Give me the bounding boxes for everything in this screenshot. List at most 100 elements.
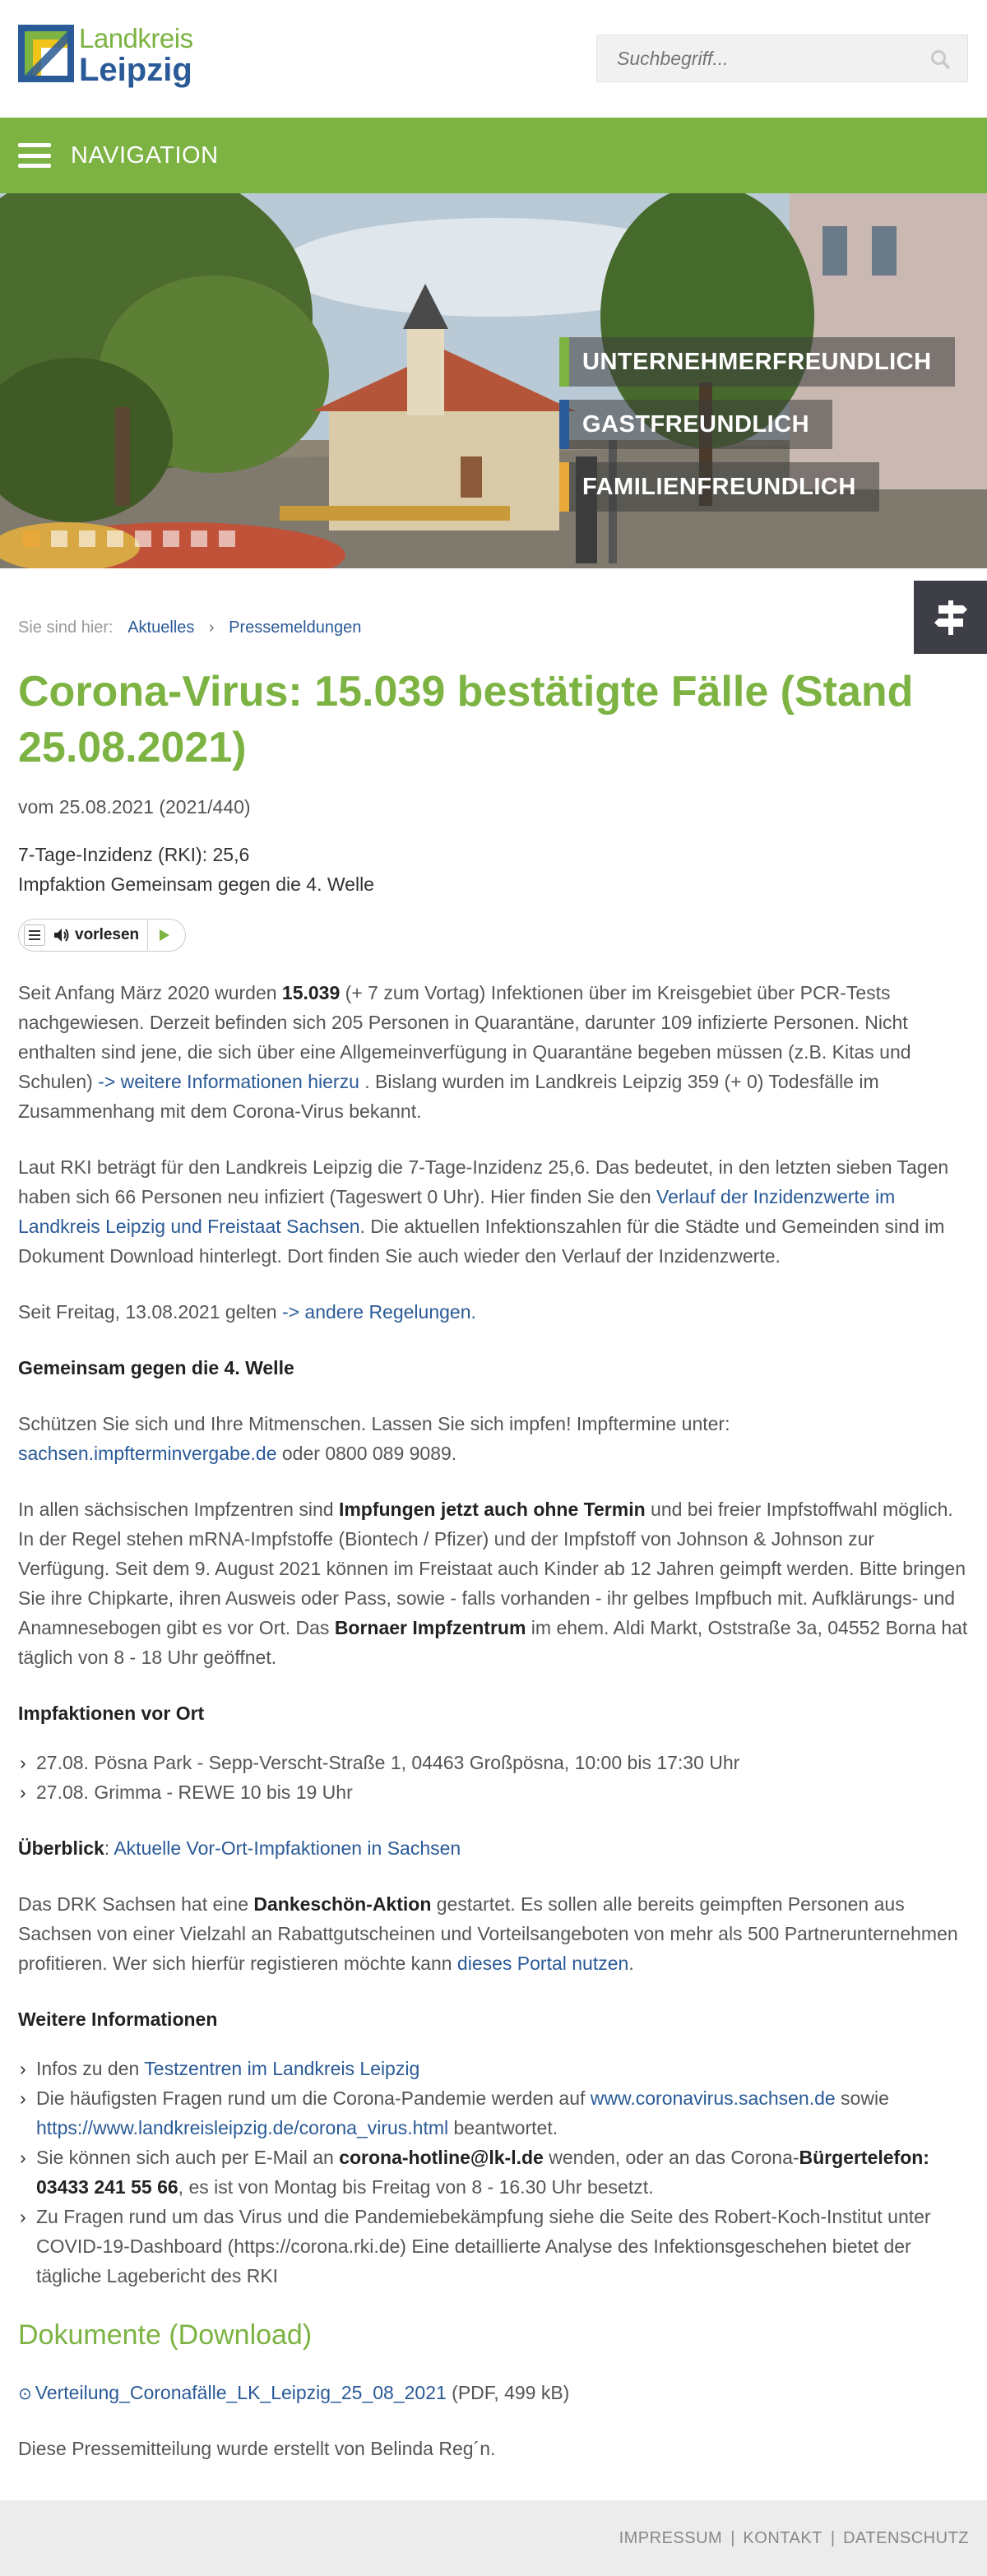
list-item: Die häufigsten Fragen rund um die Corona… [18,2083,969,2143]
logo-line2: Leipzig [79,52,192,88]
slider-dots [23,530,235,547]
slider-dot[interactable] [107,530,123,547]
bold-text: Impfungen jetzt auch ohne Termin [338,1499,646,1520]
slider-dot[interactable] [219,530,235,547]
slider-dot[interactable] [51,530,67,547]
portal-link[interactable]: dieses Portal nutzen [457,1953,628,1974]
hotline-email: corona-hotline@lk-l.de [339,2147,544,2168]
search-icon[interactable] [929,49,951,70]
breadcrumb-link-aktuelles[interactable]: Aktuelles [127,619,194,637]
play-icon[interactable] [147,920,180,950]
heading-local-vaccinations: Impfaktionen vor Ort [18,1703,205,1724]
paragraph-vaccination: Schützen Sie sich und Ihre Mitmenschen. … [18,1409,969,1468]
text: Sie können sich auch per E-Mail an [36,2147,340,2168]
press-author: Diese Pressemitteilung wurde erstellt vo… [18,2438,496,2459]
slogan-item: GASTFREUNDLICH [559,400,955,449]
text: sowie [835,2087,889,2109]
breadcrumb: Sie sind hier: Aktuelles › Pressemeldung… [18,613,969,642]
paragraph-vaccination-centers: In allen sächsischen Impfzentren sind Im… [18,1494,969,1672]
subhead-line1: 7-Tage-Inzidenz (RKI): 25,6 [18,844,250,865]
text: Seit Anfang März 2020 wurden [18,982,282,1003]
paragraph-incidence: Laut RKI beträgt für den Landkreis Leipz… [18,1152,969,1271]
overview-link[interactable]: Aktuelle Vor-Ort-Impfaktionen in Sachsen [114,1837,461,1859]
footer-separator: | [830,2529,836,2547]
hero-slogans: UNTERNEHMERFREUNDLICH GASTFREUNDLICH FAM… [559,337,955,525]
article-subhead: 7-Tage-Inzidenz (RKI): 25,6 Impfaktion G… [18,840,969,899]
vaccination-booking-link[interactable]: sachsen.impfterminvergabe.de [18,1443,277,1464]
readaloud-label: vorlesen [75,926,140,943]
further-info-list: Infos zu den Testzentren im Landkreis Le… [18,2054,969,2291]
signpost-icon [934,600,967,635]
breadcrumb-separator: › [208,619,215,637]
slider-dot[interactable] [79,530,95,547]
slider-dot[interactable] [191,530,207,547]
list-item: 27.08. Grimma - REWE 10 bis 19 Uhr [18,1777,969,1807]
rules-link[interactable]: -> andere Regelungen. [282,1301,476,1323]
paragraph-overview: Überblick: Aktuelle Vor-Ort-Impfaktionen… [18,1833,969,1863]
slogan-bar [559,337,569,387]
download-icon[interactable]: ⊙ [18,2385,32,2403]
nav-bar[interactable]: NAVIGATION [0,118,987,193]
hero-slider: UNTERNEHMERFREUNDLICH GASTFREUNDLICH FAM… [0,193,987,568]
slogan-bar [559,462,569,512]
readaloud-button[interactable]: vorlesen [53,920,139,950]
page-title: Corona-Virus: 15.039 bestätigte Fälle (S… [18,668,914,771]
footer-link-datenschutz[interactable]: DATENSCHUTZ [843,2523,969,2553]
text: Seit Freitag, 13.08.2021 gelten [18,1301,282,1323]
text: Die häufigsten Fragen rund um die Corona… [36,2087,591,2109]
list-item: 27.08. Pösna Park - Sepp-Verscht-Straße … [18,1748,969,1777]
slider-dot-active[interactable] [23,530,39,547]
paragraph-cases: Seit Anfang März 2020 wurden 15.039 (+ 7… [18,978,969,1126]
text: Infos zu den [36,2058,145,2079]
text: . [628,1953,634,1974]
document-info: (PDF, 499 kB) [446,2382,570,2403]
slogan-item: UNTERNEHMERFREUNDLICH [559,337,955,387]
bold-text: Bornaer Impfzentrum [334,1617,526,1638]
footer-link-impressum[interactable]: IMPRESSUM [619,2523,723,2553]
site-header: Landkreis Leipzig [0,0,987,118]
nav-label[interactable]: NAVIGATION [71,141,219,170]
slogan-text: GASTFREUNDLICH [569,400,833,449]
document-link[interactable]: Verteilung_Coronafälle_LK_Leipzig_25_08_… [35,2382,447,2403]
hamburger-icon[interactable] [18,143,51,168]
footer-separator: | [730,2529,735,2547]
footer-link-kontakt[interactable]: KONTAKT [743,2523,822,2553]
documents-heading: Dokumente (Download) [18,2319,313,2351]
list-item: Infos zu den Testzentren im Landkreis Le… [18,2054,969,2083]
article-date: vom 25.08.2021 (2021/440) [18,796,251,818]
breadcrumb-prefix: Sie sind hier: [18,619,114,637]
text: , es ist von Montag bis Freitag von 8 - … [178,2176,654,2198]
search-input[interactable] [597,35,967,81]
text: In allen sächsischen Impfzentren sind [18,1499,339,1520]
text: : [104,1837,114,1859]
slogan-text: UNTERNEHMERFREUNDLICH [569,337,955,387]
readaloud-menu-icon[interactable] [24,924,45,946]
logo-line1: Landkreis [79,23,193,53]
local-vaccinations-list: 27.08. Pösna Park - Sepp-Verscht-Straße … [18,1748,969,1807]
subhead-line2: Impfaktion Gemeinsam gegen die 4. Welle [18,873,374,895]
site-footer: IMPRESSUM | KONTAKT | DATENSCHUTZ [0,2500,987,2576]
heading-4th-wave: Gemeinsam gegen die 4. Welle [18,1357,294,1378]
main-content: Sie sind hier: Aktuelles › Pressemeldung… [0,613,987,2463]
case-count: 15.039 [281,982,341,1003]
text: Das DRK Sachsen hat eine [18,1893,254,1915]
heading-further-info: Weitere Informationen [18,2008,218,2030]
overview-label: Überblick [18,1837,104,1859]
breadcrumb-link-pressemeldungen[interactable]: Pressemeldungen [229,619,361,637]
testcenters-link[interactable]: Testzentren im Landkreis Leipzig [144,2058,419,2079]
bold-text: Dankeschön-Aktion [253,1893,432,1915]
more-info-link[interactable]: -> weitere Informationen hierzu [98,1071,359,1092]
slogan-item: FAMILIENFREUNDLICH [559,462,955,512]
slider-dot[interactable] [135,530,151,547]
list-item: Sie können sich auch per E-Mail an coron… [18,2143,969,2202]
signpost-tab-button[interactable] [914,581,987,654]
speaker-icon [54,929,69,942]
landkreis-corona-link[interactable]: https://www.landkreisleipzig.de/corona_v… [36,2117,448,2138]
text: beantwortet. [448,2117,558,2138]
list-item: Zu Fragen rund um das Virus und die Pand… [18,2202,969,2291]
coronavirus-sachsen-link[interactable]: www.coronavirus.sachsen.de [591,2087,836,2109]
site-logo[interactable]: Landkreis Leipzig [18,25,193,86]
text: oder 0800 089 9089. [276,1443,457,1464]
readaloud-widget: vorlesen [18,919,187,952]
slider-dot[interactable] [163,530,179,547]
